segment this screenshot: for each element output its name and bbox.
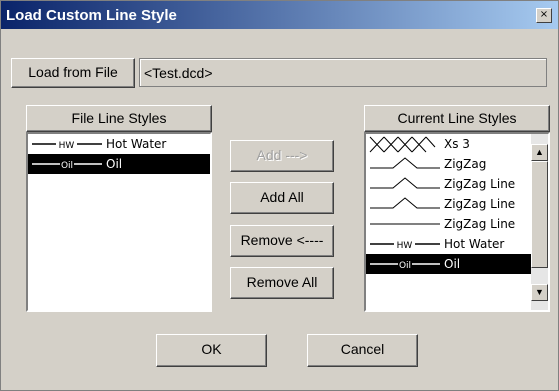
- xs-line-icon: [369, 136, 436, 153]
- ok-button-label: OK: [201, 341, 222, 357]
- current-styles-item-label: ZigZag Line: [444, 197, 516, 211]
- remove-all-button[interactable]: Remove All: [230, 267, 334, 299]
- load-custom-line-style-dialog: Load Custom Line Style × Load from File …: [0, 0, 559, 391]
- ok-button[interactable]: OK: [156, 334, 267, 367]
- remove-all-button-label: Remove All: [246, 274, 318, 290]
- file-styles-item[interactable]: Oil Oil: [28, 154, 210, 174]
- current-styles-item-label: ZigZag Line: [444, 177, 516, 191]
- current-line-styles-header[interactable]: Current Line Styles: [364, 105, 550, 132]
- add-all-button-label: Add All: [260, 189, 304, 205]
- svg-text:HW: HW: [397, 241, 413, 251]
- current-styles-item-label: Xs 3: [444, 137, 470, 151]
- load-from-file-button[interactable]: Load from File: [11, 58, 135, 88]
- current-styles-item[interactable]: ZigZag: [366, 154, 531, 174]
- scroll-down-button[interactable]: ▼: [531, 284, 548, 301]
- oil-line-icon: Oil: [32, 159, 102, 171]
- file-path-field[interactable]: <Test.dcd>: [139, 58, 547, 87]
- svg-text:Oil: Oil: [61, 161, 73, 171]
- scroll-thumb[interactable]: [531, 161, 548, 268]
- title-bar[interactable]: Load Custom Line Style ×: [1, 1, 558, 29]
- current-line-styles-list[interactable]: Xs 3 ZigZag ZigZag Line ZigZag Line ZigZag L…: [364, 132, 550, 312]
- plain-line-icon: [370, 223, 440, 225]
- file-line-styles-list[interactable]: HW Hot Water Oil Oil: [26, 132, 212, 312]
- current-styles-item[interactable]: Oil Oil: [366, 254, 531, 274]
- remove-button-label: Remove <----: [240, 232, 324, 248]
- current-styles-item[interactable]: ZigZag Line: [366, 194, 531, 214]
- add-button[interactable]: Add --->: [230, 140, 334, 172]
- current-styles-item[interactable]: ZigZag Line: [366, 214, 531, 234]
- zigzag-line-icon: [370, 157, 440, 169]
- svg-text:Oil: Oil: [399, 261, 411, 271]
- current-styles-item[interactable]: Xs 3: [366, 134, 531, 154]
- file-styles-item-label: Hot Water: [106, 137, 167, 151]
- oil-line-icon: Oil: [370, 259, 440, 271]
- cancel-button-label: Cancel: [340, 341, 385, 357]
- window-title: Load Custom Line Style: [6, 7, 177, 24]
- scroll-up-button[interactable]: ▲: [531, 144, 548, 161]
- add-all-button[interactable]: Add All: [230, 182, 334, 214]
- current-styles-item-label: Hot Water: [444, 237, 505, 251]
- zigzag-line-icon: [370, 177, 440, 189]
- current-styles-item[interactable]: ZigZag Line: [366, 174, 531, 194]
- cancel-button[interactable]: Cancel: [307, 334, 418, 367]
- svg-text:HW: HW: [59, 141, 75, 151]
- file-line-styles-header[interactable]: File Line Styles: [26, 105, 212, 132]
- file-styles-item[interactable]: HW Hot Water: [28, 134, 210, 154]
- zigzag-line-icon: [370, 197, 440, 209]
- file-styles-item-label: Oil: [106, 157, 123, 171]
- current-styles-item[interactable]: HW Hot Water: [366, 234, 531, 254]
- close-button[interactable]: ×: [536, 8, 552, 23]
- add-button-label: Add --->: [256, 147, 308, 163]
- current-styles-item-label: ZigZag Line: [444, 217, 516, 231]
- remove-button[interactable]: Remove <----: [230, 225, 334, 257]
- current-styles-item-label: ZigZag: [444, 157, 487, 171]
- vertical-scrollbar[interactable]: ▲ ▼: [531, 134, 548, 310]
- hw-line-icon: HW: [32, 139, 102, 151]
- hw-line-icon: HW: [370, 239, 440, 251]
- load-from-file-label: Load from File: [28, 64, 118, 80]
- current-styles-item-label: Oil: [444, 257, 461, 271]
